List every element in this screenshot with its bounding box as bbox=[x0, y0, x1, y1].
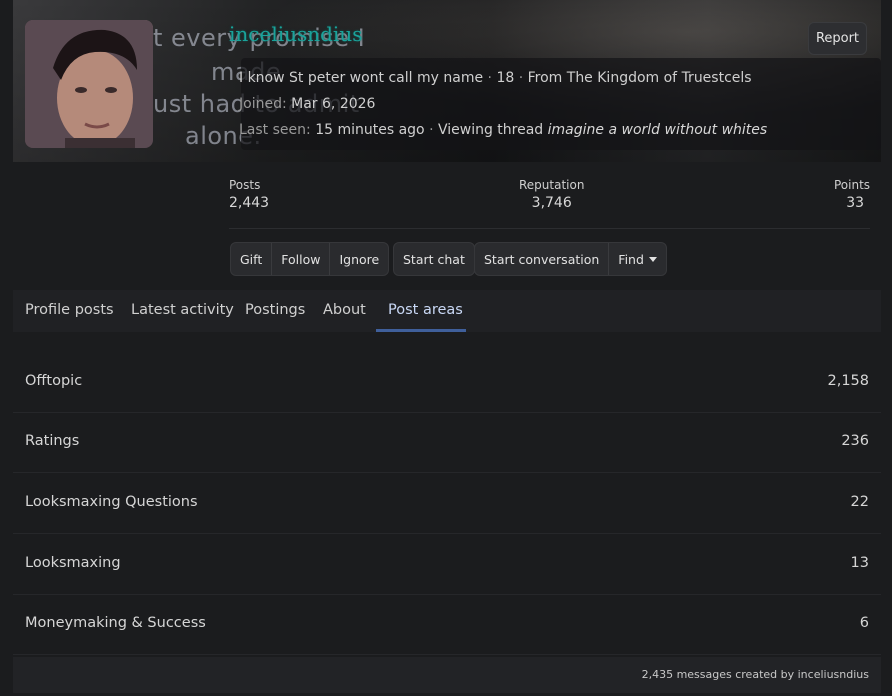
user-tagline: I know St peter wont call my name bbox=[239, 70, 484, 86]
separator: · bbox=[518, 70, 524, 86]
list-item[interactable]: Moneymaking & Success 6 bbox=[13, 595, 881, 655]
list-item[interactable]: Offtopic 2,158 bbox=[13, 353, 881, 413]
joined-label: Joined: bbox=[239, 96, 287, 112]
list-item[interactable]: Ratings 236 bbox=[13, 413, 881, 473]
stat-reputation[interactable]: Reputation 3,746 bbox=[519, 178, 584, 211]
post-count: 6 bbox=[859, 615, 869, 631]
post-count: 236 bbox=[841, 433, 869, 449]
member-actions-group: Gift Follow Ignore bbox=[230, 242, 390, 276]
tab-post-areas[interactable]: Post areas bbox=[388, 290, 463, 332]
stats-divider bbox=[229, 228, 870, 229]
profile-tabs: Profile posts Latest activity Postings A… bbox=[13, 290, 881, 332]
find-dropdown-button[interactable]: Find bbox=[609, 243, 666, 275]
forum-name: Offtopic bbox=[25, 373, 83, 389]
activity-label: Viewing thread bbox=[437, 122, 544, 138]
tab-postings[interactable]: Postings bbox=[245, 290, 305, 332]
stat-label: Posts bbox=[229, 178, 261, 192]
forum-name: Looksmaxing Questions bbox=[25, 494, 198, 510]
gift-button[interactable]: Gift bbox=[231, 243, 273, 275]
activity-thread-link[interactable]: imagine a world without whites bbox=[548, 122, 768, 138]
last-seen-time: 15 minutes ago bbox=[315, 122, 425, 138]
stat-value: 2,443 bbox=[229, 195, 270, 211]
stat-value: 3,746 bbox=[531, 195, 572, 211]
stat-posts[interactable]: Posts 2,443 bbox=[229, 178, 269, 211]
user-age: 18 bbox=[496, 70, 515, 86]
stat-value: 33 bbox=[846, 195, 865, 211]
separator: · bbox=[487, 70, 492, 86]
tab-profile-posts[interactable]: Profile posts bbox=[25, 290, 114, 332]
tab-latest-activity[interactable]: Latest activity bbox=[131, 290, 234, 332]
username[interactable]: inceliusndius bbox=[229, 22, 362, 46]
tab-about[interactable]: About bbox=[323, 290, 366, 332]
forum-name: Looksmaxing bbox=[25, 555, 121, 571]
joined-line: Joined: Mar 6, 2026 bbox=[239, 96, 375, 112]
user-location: From The Kingdom of Truestcels bbox=[527, 70, 752, 86]
forum-name: Moneymaking & Success bbox=[25, 615, 206, 631]
avatar[interactable] bbox=[25, 20, 153, 148]
avatar-portrait-icon bbox=[25, 20, 153, 148]
caret-down-icon bbox=[648, 256, 657, 262]
post-count: 13 bbox=[850, 555, 869, 571]
last-seen-line: Last seen: 15 minutes ago · Viewing thre… bbox=[239, 122, 767, 138]
start-chat-button[interactable]: Start chat bbox=[394, 243, 474, 275]
report-button[interactable]: Report bbox=[808, 22, 867, 55]
footer-summary: 2,435 messages created by inceliusndius bbox=[641, 668, 869, 681]
post-count: 22 bbox=[850, 494, 869, 510]
active-tab-indicator bbox=[376, 329, 466, 332]
user-title-line: I know St peter wont call my name · 18 ·… bbox=[239, 70, 752, 86]
post-count: 2,158 bbox=[827, 373, 869, 389]
list-item[interactable]: Looksmaxing 13 bbox=[13, 535, 881, 595]
joined-date: Mar 6, 2026 bbox=[291, 96, 376, 112]
list-item[interactable]: Looksmaxing Questions 22 bbox=[13, 474, 881, 534]
stat-label: Reputation bbox=[519, 178, 585, 192]
start-conversation-button[interactable]: Start conversation bbox=[475, 243, 610, 275]
separator: · bbox=[429, 122, 434, 138]
ignore-button[interactable]: Ignore bbox=[330, 243, 388, 275]
find-label: Find bbox=[618, 251, 644, 267]
stat-points[interactable]: Points 33 bbox=[834, 178, 870, 211]
forum-name: Ratings bbox=[25, 433, 80, 449]
chat-group: Start chat bbox=[393, 242, 475, 276]
stat-label: Points bbox=[834, 178, 871, 192]
last-seen-label: Last seen: bbox=[239, 122, 311, 138]
conversation-group: Start conversation Find bbox=[474, 242, 667, 276]
post-areas-footer: 2,435 messages created by inceliusndius bbox=[13, 657, 881, 693]
follow-button[interactable]: Follow bbox=[272, 243, 331, 275]
